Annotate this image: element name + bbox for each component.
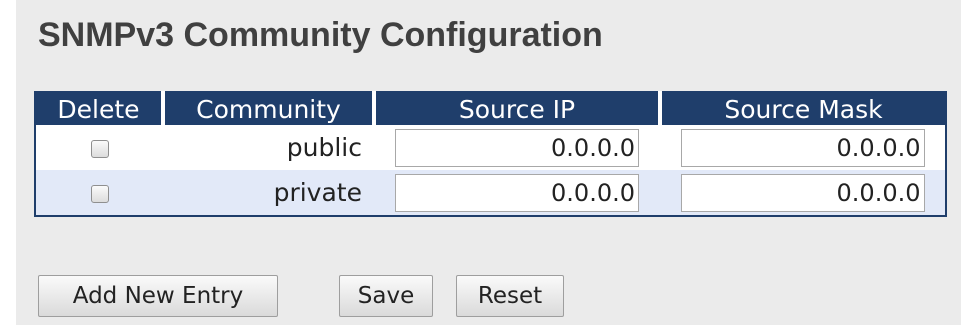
source-ip-input[interactable] bbox=[395, 128, 639, 167]
source-mask-cell bbox=[660, 170, 946, 216]
column-header-source-ip: Source IP bbox=[374, 92, 662, 125]
page-title: SNMPv3 Community Configuration bbox=[38, 16, 603, 54]
table-row: private bbox=[35, 170, 946, 216]
delete-checkbox[interactable] bbox=[90, 185, 109, 203]
delete-checkbox[interactable] bbox=[90, 140, 109, 158]
add-new-entry-button[interactable]: Add New Entry bbox=[38, 275, 278, 317]
column-header-community: Community bbox=[163, 92, 376, 125]
table-row: public bbox=[35, 125, 946, 170]
delete-cell bbox=[35, 125, 163, 170]
community-name: private bbox=[163, 170, 374, 216]
community-table: Delete Community Source IP Source Mask p… bbox=[34, 91, 947, 217]
community-name: public bbox=[163, 125, 374, 170]
source-mask-input[interactable] bbox=[680, 128, 925, 167]
save-button[interactable]: Save bbox=[339, 275, 433, 317]
table-header-row: Delete Community Source IP Source Mask bbox=[35, 92, 946, 125]
column-header-source-mask: Source Mask bbox=[660, 92, 946, 125]
column-header-delete: Delete bbox=[35, 92, 165, 125]
source-ip-cell bbox=[374, 125, 660, 170]
source-ip-input[interactable] bbox=[395, 173, 639, 212]
reset-button[interactable]: Reset bbox=[456, 275, 564, 317]
source-mask-cell bbox=[660, 125, 946, 170]
source-mask-input[interactable] bbox=[680, 173, 925, 212]
source-ip-cell bbox=[374, 170, 660, 216]
delete-cell bbox=[35, 170, 163, 216]
content-panel: SNMPv3 Community Configuration Delete Co… bbox=[16, 0, 961, 325]
